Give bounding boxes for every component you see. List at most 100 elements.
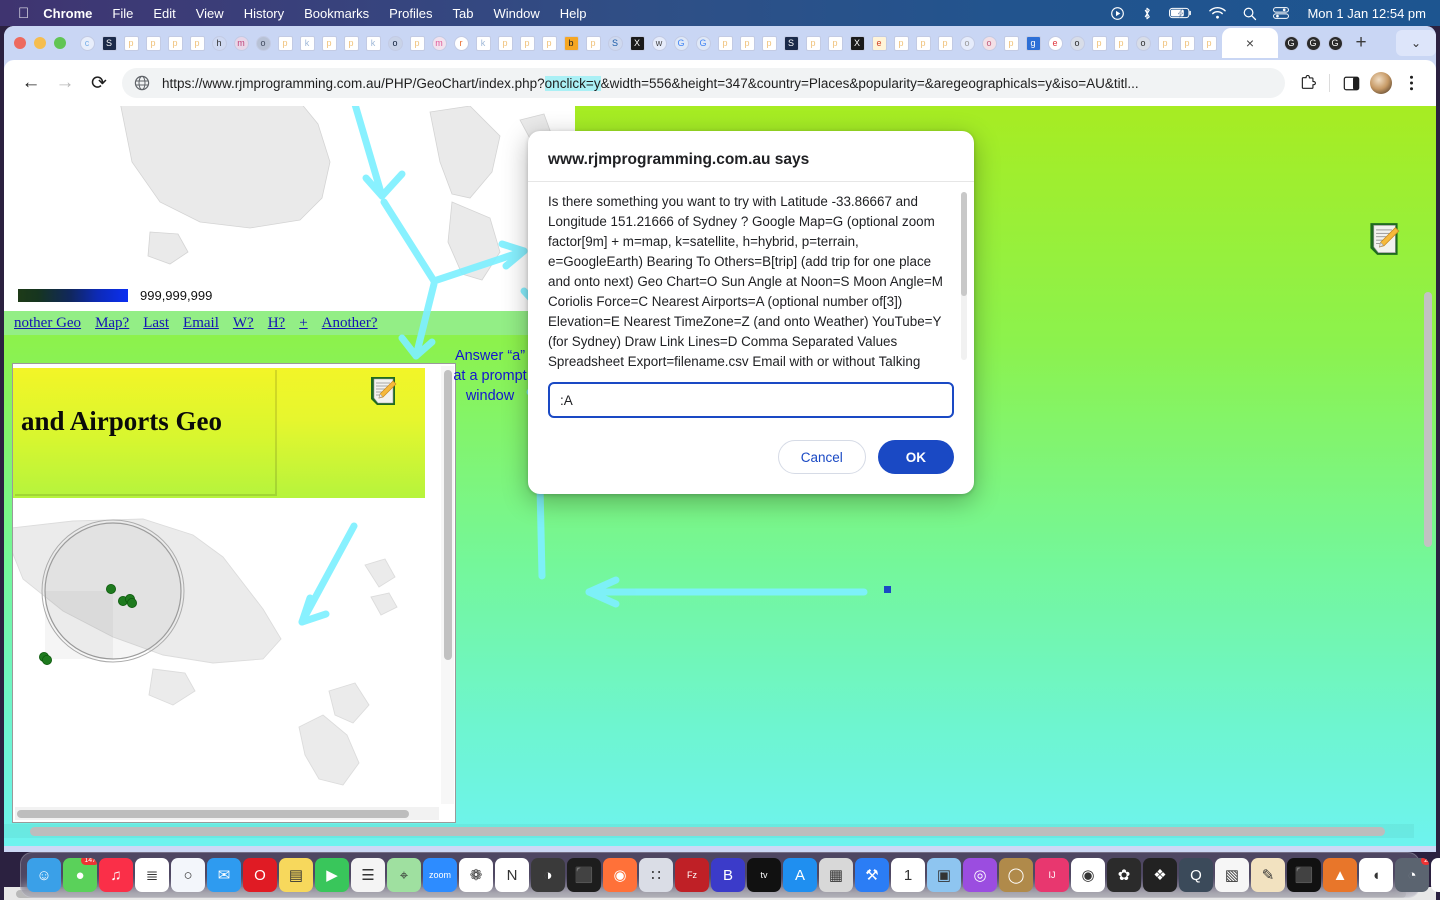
dock-item-launchpad[interactable]: ∷ [639, 858, 673, 892]
dock-item-activity-monitor[interactable]: ◔ 2 [1395, 858, 1429, 892]
back-button[interactable]: ← [14, 66, 48, 100]
dock-item-intellij[interactable]: IJ [1035, 858, 1069, 892]
browser-tab-26[interactable]: w [648, 30, 670, 56]
dock-item-evernote[interactable]: ◖ [1359, 858, 1393, 892]
page-vertical-scrollbar[interactable] [1423, 292, 1434, 846]
dock-item-paintbrush[interactable]: ✎ [1251, 858, 1285, 892]
browser-tab-25[interactable]: X [626, 30, 648, 56]
iframe-vscroll-thumb[interactable] [444, 370, 452, 660]
dock-item-zoom[interactable]: zoom [423, 858, 457, 892]
browser-tab-42[interactable]: p [1000, 30, 1022, 56]
dock-item-facetime[interactable]: ▶ [315, 858, 349, 892]
geochart-map[interactable] [13, 509, 411, 799]
browser-tab-30[interactable]: p [736, 30, 758, 56]
browser-tab-4[interactable]: p [164, 30, 186, 56]
dock-item-podcasts[interactable]: ◎ [963, 858, 997, 892]
dock-item-calculator[interactable]: ▦ [819, 858, 853, 892]
dock-item-bitwarden[interactable]: B [711, 858, 745, 892]
browser-tab-36[interactable]: e [868, 30, 890, 56]
side-panel-icon[interactable] [1336, 68, 1366, 98]
browser-tab-20[interactable]: p [516, 30, 538, 56]
browser-tab-37[interactable]: p [890, 30, 912, 56]
browser-tab-12[interactable]: p [340, 30, 362, 56]
browser-tab-trailing-2[interactable]: G [1324, 30, 1346, 56]
link-map[interactable]: Map? [95, 315, 129, 332]
browser-tab-51[interactable]: p [1198, 30, 1220, 56]
note-pencil-icon-page[interactable] [1368, 222, 1400, 256]
browser-tab-trailing-0[interactable]: G [1280, 30, 1302, 56]
browser-tab-40[interactable]: o [956, 30, 978, 56]
menu-item-history[interactable]: History [244, 6, 284, 21]
browser-tab-33[interactable]: p [802, 30, 824, 56]
browser-tab-19[interactable]: p [494, 30, 516, 56]
menu-item-tab[interactable]: Tab [453, 6, 474, 21]
address-bar[interactable]: https://www.rjmprogramming.com.au/PHP/Ge… [122, 68, 1285, 98]
page-hscroll-thumb[interactable] [30, 827, 1385, 836]
dock-item-appletv[interactable]: tv [747, 858, 781, 892]
link-last[interactable]: Last [143, 315, 169, 332]
dock-item-terminal[interactable]: ⬛ [567, 858, 601, 892]
page-vscroll-thumb[interactable] [1424, 292, 1432, 547]
dialog-scrollbar-thumb[interactable] [961, 192, 967, 296]
browser-tab-13[interactable]: k [362, 30, 384, 56]
world-map-upper[interactable] [4, 106, 575, 318]
iframe-horizontal-scrollbar[interactable] [15, 807, 439, 820]
link-another[interactable]: Another? [322, 315, 378, 332]
dock-item-calendar[interactable]: 1 [891, 858, 925, 892]
active-tab[interactable]: × [1222, 28, 1278, 58]
link-plus[interactable]: + [299, 315, 307, 332]
menu-item-window[interactable]: Window [494, 6, 540, 21]
browser-tab-21[interactable]: p [538, 30, 560, 56]
dock-item-appstore[interactable]: A [783, 858, 817, 892]
browser-tab-trailing-1[interactable]: G [1302, 30, 1324, 56]
tab-close-icon[interactable]: × [1246, 36, 1254, 50]
apple-logo-icon[interactable]:  [18, 6, 29, 21]
dock-item-photos[interactable]: ❁ [459, 858, 493, 892]
chrome-menu-icon[interactable] [1396, 68, 1426, 98]
browser-tab-10[interactable]: k [296, 30, 318, 56]
browser-tab-43[interactable]: g [1022, 30, 1044, 56]
link-email[interactable]: Email [183, 315, 219, 332]
dock-item-notes[interactable]: ▤ [279, 858, 313, 892]
dock-item-quicktime[interactable]: Q [1179, 858, 1213, 892]
browser-tab-22[interactable]: b [560, 30, 582, 56]
browser-tab-1[interactable]: S [98, 30, 120, 56]
note-pencil-icon[interactable] [369, 376, 397, 406]
browser-tab-28[interactable]: G [692, 30, 714, 56]
dock-item-chrome[interactable]: ◉ [1071, 858, 1105, 892]
dock-item-iterm[interactable]: ⬛ [1287, 858, 1321, 892]
browser-tab-8[interactable]: o [252, 30, 274, 56]
dock-item-safari[interactable]: ○ [171, 858, 205, 892]
browser-tab-50[interactable]: p [1176, 30, 1198, 56]
dock-item-maps[interactable]: ⌖ [387, 858, 421, 892]
menu-item-file[interactable]: File [112, 6, 133, 21]
battery-charging-icon[interactable] [1169, 6, 1193, 20]
browser-tab-38[interactable]: p [912, 30, 934, 56]
dock-item-finder[interactable]: ☺ [27, 858, 61, 892]
dock-item-music[interactable]: ♫ [99, 858, 133, 892]
screen-record-icon[interactable] [1110, 6, 1125, 21]
browser-tab-3[interactable]: p [142, 30, 164, 56]
extensions-icon[interactable] [1293, 68, 1323, 98]
menubar-clock[interactable]: Mon 1 Jan 12:54 pm [1307, 6, 1426, 21]
menu-item-bookmarks[interactable]: Bookmarks [304, 6, 369, 21]
browser-tab-44[interactable]: e [1044, 30, 1066, 56]
iframe-vertical-scrollbar[interactable] [441, 366, 454, 804]
link-another-geo[interactable]: nother Geo [14, 315, 81, 332]
minimize-window-button[interactable] [34, 37, 46, 49]
tab-search-button[interactable]: ⌄ [1396, 30, 1436, 56]
close-window-button[interactable] [14, 37, 26, 49]
forward-button[interactable]: → [48, 66, 82, 100]
browser-tab-6[interactable]: h [208, 30, 230, 56]
browser-tab-29[interactable]: p [714, 30, 736, 56]
page-horizontal-scrollbar[interactable] [4, 824, 1414, 838]
link-w[interactable]: W? [233, 315, 254, 332]
link-h[interactable]: H? [268, 315, 286, 332]
dock-item-gimp[interactable]: ◑ [531, 858, 565, 892]
new-tab-button[interactable]: + [1348, 32, 1374, 54]
menu-item-help[interactable]: Help [560, 6, 587, 21]
browser-tab-41[interactable]: o [978, 30, 1000, 56]
cancel-button[interactable]: Cancel [777, 440, 866, 474]
browser-tab-27[interactable]: G [670, 30, 692, 56]
profile-avatar[interactable] [1366, 68, 1396, 98]
